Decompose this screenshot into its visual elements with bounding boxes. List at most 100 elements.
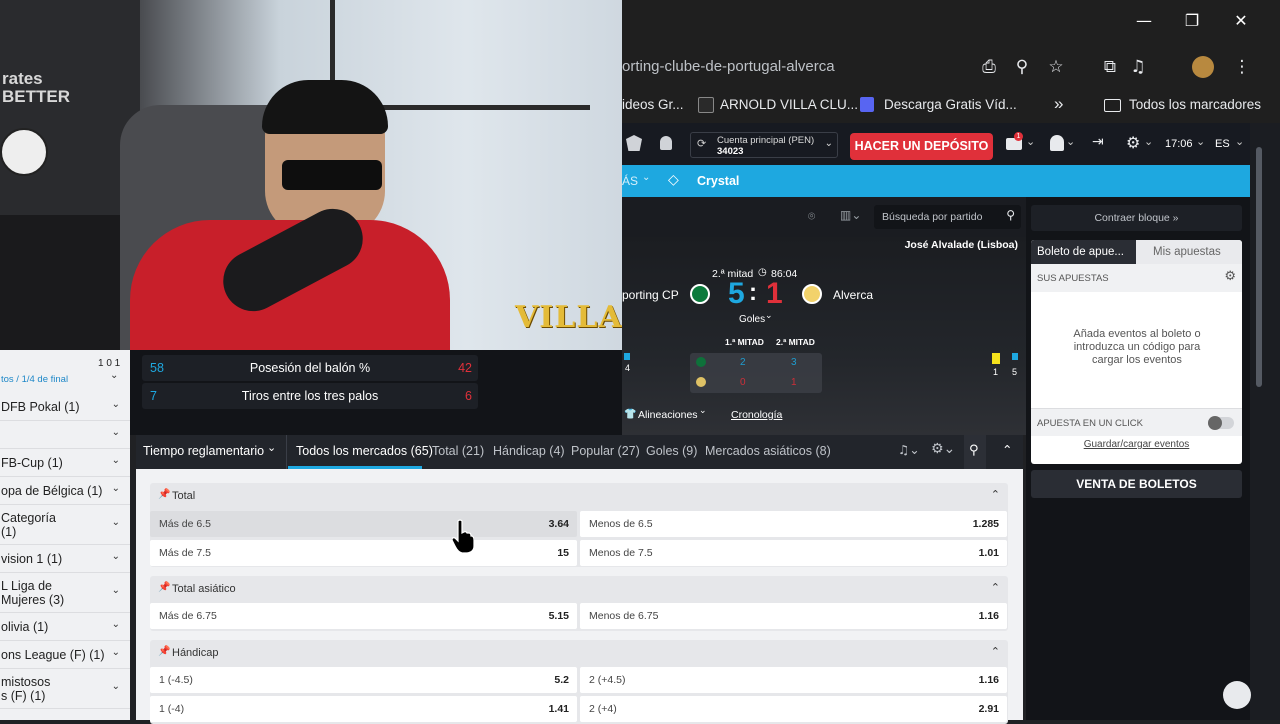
betslip-tabs: Boleto de apue... Mis apuestas <box>1031 240 1242 264</box>
timeline-link[interactable]: Cronología <box>731 409 782 421</box>
search-icon[interactable]: ⚲ <box>969 443 979 458</box>
odd-button[interactable]: Más de 6.5 3.64 <box>150 511 577 537</box>
chevron-down-icon[interactable]: ⌄ <box>1144 135 1153 148</box>
tab-asian-markets[interactable]: Mercados asiáticos (8) <box>705 444 831 458</box>
sell-tickets-button[interactable]: VENTA DE BOLETOS <box>1031 470 1242 498</box>
odd-button[interactable]: 2 (+4) 2.91 <box>580 696 1007 722</box>
search-icon[interactable]: ⚲ <box>1006 208 1015 222</box>
pin-icon[interactable]: 📌 <box>158 582 170 593</box>
profile-avatar[interactable] <box>1192 56 1214 78</box>
chevron-down-icon[interactable]: ⌄ <box>1066 135 1075 148</box>
gear-icon[interactable]: ⚙ <box>1224 269 1236 284</box>
tab-goals[interactable]: Goles (9) <box>646 444 697 458</box>
lineups-button[interactable]: Alineaciones <box>638 409 698 421</box>
chat-icon[interactable] <box>1223 681 1251 709</box>
period-select[interactable]: Tiempo reglamentario <box>143 444 264 458</box>
sidebar-league-item[interactable]: olivia (1) ⌄ <box>0 613 130 641</box>
install-icon[interactable]: ⎙ <box>977 55 1001 79</box>
odd-value: 5.2 <box>554 674 569 686</box>
breadcrumb[interactable]: tos / 1/4 de final <box>1 374 68 385</box>
odd-button[interactable]: Menos de 7.5 1.01 <box>580 540 1007 566</box>
bell-icon[interactable]: ♫⌄ <box>898 442 920 457</box>
sidebar-league-item[interactable]: opa de Bélgica (1) ⌄ <box>0 477 130 505</box>
goals-dropdown[interactable]: Goles <box>739 314 765 325</box>
url-text[interactable]: orting-clube-de-portugal-alverca <box>622 58 835 75</box>
chevron-down-icon[interactable]: ⌄ <box>267 441 276 454</box>
odd-button[interactable]: Menos de 6.75 1.16 <box>580 603 1007 629</box>
pin-icon[interactable]: 📌 <box>158 489 170 500</box>
markets-list: 📌 Total ⌃ Más de 6.5 3.64 Menos de 6.5 1.2… <box>136 469 1023 724</box>
restore-button[interactable]: ❐ <box>1177 8 1207 34</box>
sidebar-league-item[interactable]: ⌄ <box>0 421 130 449</box>
all-bookmarks-link[interactable]: Todos los marcadores <box>1129 97 1261 112</box>
bookmark-item[interactable]: ideos Gr... <box>622 97 684 112</box>
tab-betslip[interactable]: Boleto de apue... <box>1031 240 1136 264</box>
stats-icon[interactable]: ▥⌄ <box>840 208 861 222</box>
logout-icon[interactable]: ⇥ <box>1092 134 1104 150</box>
tab-all-markets[interactable]: Todos los mercados (65) <box>296 444 433 458</box>
chevron-down-icon[interactable]: ⌄ <box>1026 135 1035 148</box>
save-load-events-link[interactable]: Guardar/cargar eventos <box>1031 439 1242 450</box>
odd-value: 1.16 <box>978 674 999 686</box>
chevron-down-icon[interactable]: ⌄ <box>110 370 118 381</box>
odd-button[interactable]: 2 (+4.5) 1.16 <box>580 667 1007 693</box>
sidebar-league-item[interactable]: ons League (F) (1) ⌄ <box>0 641 130 669</box>
odd-button[interactable]: 1 (-4) 1.41 <box>150 696 577 722</box>
tab-my-bets[interactable]: Mis apuestas <box>1153 246 1221 258</box>
location-icon[interactable]: ⌾ <box>808 209 815 224</box>
chevron-down-icon[interactable]: ⌄ <box>1235 135 1244 148</box>
bookmark-item[interactable]: Descarga Gratis Víd... <box>884 97 1017 112</box>
extensions-icon[interactable]: ⧉ <box>1098 55 1122 79</box>
contract-block-button[interactable]: Contraer bloque » <box>1031 205 1242 231</box>
chevron-up-icon[interactable]: ⌃ <box>991 488 1000 501</box>
gear-icon[interactable]: ⚙ <box>1126 133 1140 152</box>
odd-button[interactable]: 1 (-4.5) 5.2 <box>150 667 577 693</box>
zoom-icon[interactable]: ⚲ <box>1010 55 1034 79</box>
language-selector[interactable]: ES <box>1215 138 1230 150</box>
odd-button[interactable]: Menos de 6.5 1.285 <box>580 511 1007 537</box>
collapse-all-icon[interactable]: ⌃ <box>1002 442 1012 457</box>
scrollbar-thumb[interactable] <box>1256 147 1262 387</box>
odd-button[interactable]: Más de 7.5 15 <box>150 540 577 566</box>
sidebar-league-item[interactable]: mistosos s (F) (1) ⌄ <box>0 669 130 709</box>
sidebar-league-item[interactable]: FB-Cup (1) ⌄ <box>0 449 130 477</box>
chevron-up-icon[interactable]: ⌃ <box>991 581 1000 594</box>
mail-icon[interactable]: 1 <box>1006 132 1023 150</box>
bookmark-item[interactable]: ARNOLD VILLA CLU... <box>720 97 858 112</box>
media-icon[interactable]: ♫ <box>1126 55 1150 79</box>
more-bookmarks-icon[interactable]: » <box>1054 94 1063 114</box>
search-button[interactable]: ⚲ <box>964 435 986 469</box>
bell-icon[interactable] <box>660 136 672 150</box>
account-selector[interactable]: ⟳ Cuenta principal (PEN) 34023 ⌄ <box>690 132 838 158</box>
chevron-down-icon[interactable]: ⌄ <box>765 311 773 321</box>
sidebar-league-item[interactable]: Categoría (1) ⌄ <box>0 505 130 545</box>
gear-icon[interactable]: ⚙⌄ <box>931 441 955 457</box>
nav-more[interactable]: ÁS <box>622 174 638 188</box>
minimize-button[interactable]: — <box>1129 8 1159 34</box>
shield-icon[interactable] <box>626 135 642 151</box>
pin-icon[interactable]: 📌 <box>158 646 170 657</box>
match-search-input[interactable]: Búsqueda por partido ⚲ <box>874 205 1021 229</box>
star-icon[interactable]: ☆ <box>1044 55 1068 79</box>
menu-icon[interactable]: ⋮ <box>1230 55 1254 79</box>
clock-time[interactable]: 17:06 <box>1165 138 1193 150</box>
sidebar-league-item[interactable]: L Liga de Mujeres (3) ⌄ <box>0 573 130 613</box>
tab-popular[interactable]: Popular (27) <box>571 444 640 458</box>
score-separator: : <box>749 279 757 306</box>
one-click-toggle[interactable] <box>1208 416 1234 430</box>
refresh-icon[interactable]: ⟳ <box>697 137 706 150</box>
deposit-button[interactable]: HACER UN DEPÓSITO <box>850 133 993 160</box>
sidebar-league-item[interactable]: vision 1 (1) ⌄ <box>0 545 130 573</box>
tab-total[interactable]: Total (21) <box>432 444 484 458</box>
page-scrollbar[interactable] <box>1250 123 1280 720</box>
home-crest-icon <box>690 284 710 304</box>
chevron-up-icon[interactable]: ⌃ <box>991 645 1000 658</box>
nav-crystal[interactable]: Crystal <box>697 174 739 188</box>
chevron-down-icon[interactable]: ⌄ <box>1196 135 1205 148</box>
odd-button[interactable]: Más de 6.75 5.15 <box>150 603 577 629</box>
user-icon[interactable] <box>1050 135 1064 151</box>
chevron-down-icon[interactable]: ⌄ <box>699 406 707 416</box>
tab-handicap[interactable]: Hándicap (4) <box>493 444 565 458</box>
sidebar-league-item[interactable]: DFB Pokal (1) ⌄ <box>0 393 130 421</box>
close-button[interactable]: ✕ <box>1226 8 1256 34</box>
